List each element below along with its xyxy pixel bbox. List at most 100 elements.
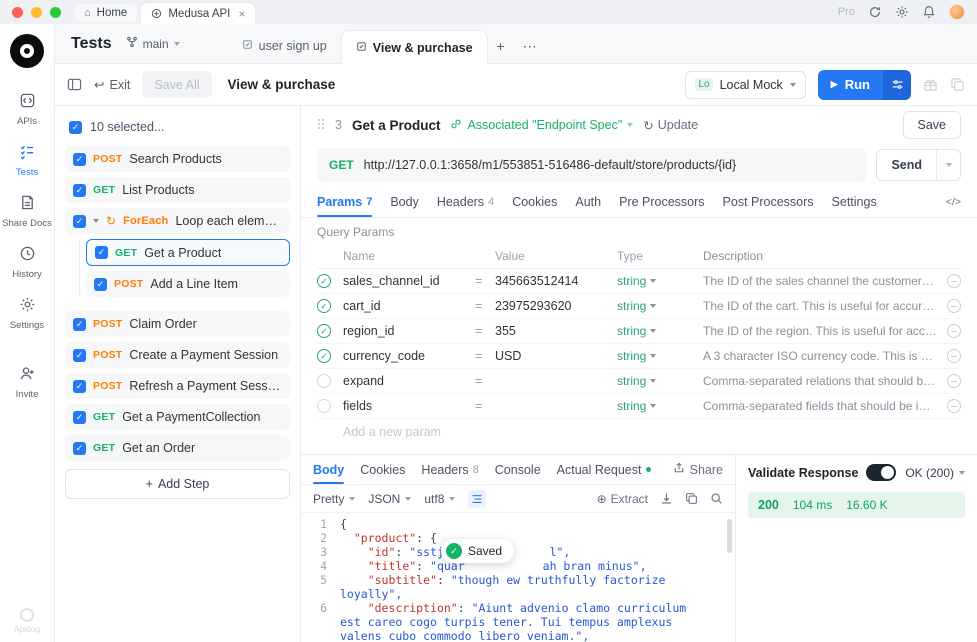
param-enabled-checkbox[interactable] xyxy=(317,399,331,413)
copy-icon[interactable] xyxy=(950,77,965,92)
param-enabled-checkbox[interactable] xyxy=(317,374,331,388)
param-value[interactable]: 355 xyxy=(495,324,617,338)
param-value[interactable]: 23975293620 xyxy=(495,299,617,313)
checkbox[interactable] xyxy=(73,349,86,362)
sidebar-item-tests[interactable]: Tests xyxy=(0,135,54,186)
tab-body[interactable]: Body xyxy=(390,186,419,217)
bell-icon[interactable] xyxy=(922,5,936,19)
param-value[interactable]: 345663512414 xyxy=(495,274,617,288)
charset-select[interactable]: utf8 xyxy=(424,492,455,506)
remove-param-icon[interactable] xyxy=(947,374,961,388)
tab-response-body[interactable]: Body xyxy=(313,455,344,484)
sidebar-item-settings[interactable]: Settings xyxy=(0,288,54,339)
tab-settings[interactable]: Settings xyxy=(832,186,877,217)
tab-overflow-button[interactable]: ⋯ xyxy=(514,29,546,63)
param-row[interactable]: fields = string Comma-separated fields t… xyxy=(317,394,961,419)
param-description[interactable]: The ID of the cart. This is useful for a… xyxy=(703,299,937,313)
select-all-checkbox[interactable] xyxy=(69,121,82,134)
checkbox[interactable] xyxy=(73,411,86,424)
test-step[interactable]: POST Add a Line Item xyxy=(86,271,290,297)
gear-icon[interactable] xyxy=(895,5,909,19)
param-name[interactable]: fields xyxy=(343,399,475,413)
exit-button[interactable]: ↩ Exit xyxy=(94,77,130,92)
checkbox[interactable] xyxy=(73,215,86,228)
validate-toggle[interactable] xyxy=(866,464,896,481)
update-button[interactable]: ↻ Update xyxy=(643,118,698,133)
tab-auth[interactable]: Auth xyxy=(575,186,601,217)
sidebar-item-share-docs[interactable]: Share Docs xyxy=(0,186,54,237)
avatar[interactable] xyxy=(949,4,965,20)
remove-param-icon[interactable] xyxy=(947,299,961,313)
run-button[interactable]: ▶ Run xyxy=(818,70,883,100)
drag-handle-icon[interactable] xyxy=(317,118,325,133)
extract-button[interactable]: ⊕ Extract xyxy=(597,492,648,506)
tab-headers[interactable]: Headers4 xyxy=(437,186,494,217)
param-name[interactable]: sales_channel_id xyxy=(343,274,475,288)
param-name[interactable]: region_id xyxy=(343,324,475,338)
test-step[interactable]: GET Get an Order xyxy=(65,435,290,461)
checkbox[interactable] xyxy=(73,380,86,393)
new-tab-button[interactable]: + xyxy=(488,29,514,63)
copy-response-icon[interactable] xyxy=(685,492,698,505)
tab-cookies[interactable]: Cookies xyxy=(512,186,557,217)
foreach-group-step[interactable]: ↻ ForEach Loop each element in {{ xyxy=(65,208,290,234)
test-step[interactable]: POST Search Products xyxy=(65,146,290,172)
url-bar[interactable]: GET http://127.0.0.1:3658/m1/553851-5164… xyxy=(317,148,866,182)
param-description[interactable]: Comma-separated fields that should be in… xyxy=(703,399,937,413)
format-code-icon[interactable] xyxy=(468,490,486,508)
test-step[interactable]: GET Get a PaymentCollection xyxy=(65,404,290,430)
param-enabled-checkbox[interactable] xyxy=(317,324,331,338)
test-step[interactable]: GET List Products xyxy=(65,177,290,203)
chevron-down-icon[interactable] xyxy=(650,329,656,333)
test-step-selected[interactable]: GET Get a Product xyxy=(86,239,290,266)
tab-home[interactable]: ⌂ Home xyxy=(74,4,137,22)
param-enabled-checkbox[interactable] xyxy=(317,274,331,288)
param-name[interactable]: cart_id xyxy=(343,299,475,313)
branch-selector[interactable]: main xyxy=(126,36,180,51)
tab-project[interactable]: Medusa API × xyxy=(141,3,255,24)
remove-param-icon[interactable] xyxy=(947,274,961,288)
tab-params[interactable]: Params7 xyxy=(317,186,372,217)
param-row[interactable]: region_id = 355 string The ID of the reg… xyxy=(317,319,961,344)
run-options-button[interactable] xyxy=(883,70,911,100)
add-param-placeholder[interactable]: Add a new param xyxy=(317,419,961,445)
selection-summary[interactable]: 10 selected... xyxy=(65,114,290,140)
checkbox[interactable] xyxy=(95,246,108,259)
param-row[interactable]: cart_id = 23975293620 string The ID of t… xyxy=(317,294,961,319)
minimize-window-button[interactable] xyxy=(31,7,42,18)
share-button[interactable]: Share xyxy=(673,462,723,477)
expected-status-select[interactable]: OK (200) xyxy=(905,466,965,480)
checkbox[interactable] xyxy=(73,153,86,166)
param-value[interactable]: USD xyxy=(495,349,617,363)
param-row[interactable]: sales_channel_id = 345663512414 string T… xyxy=(317,269,961,294)
remove-param-icon[interactable] xyxy=(947,399,961,413)
zoom-window-button[interactable] xyxy=(50,7,61,18)
tab-pre-processors[interactable]: Pre Processors xyxy=(619,186,704,217)
param-enabled-checkbox[interactable] xyxy=(317,299,331,313)
environment-select[interactable]: Lo Local Mock xyxy=(685,71,805,99)
close-tab-icon[interactable]: × xyxy=(238,7,245,21)
sync-icon[interactable] xyxy=(868,5,882,19)
param-description[interactable]: A 3 character ISO currency code. This is… xyxy=(703,349,937,363)
param-description[interactable]: The ID of the sales channel the customer… xyxy=(703,274,937,288)
format-select[interactable]: Pretty xyxy=(313,492,355,506)
save-all-button[interactable]: Save All xyxy=(142,71,211,98)
tab-view-and-purchase[interactable]: View & purchase xyxy=(341,30,488,64)
checkbox[interactable] xyxy=(73,442,86,455)
tab-actual-request[interactable]: Actual Request xyxy=(557,455,652,484)
test-step[interactable]: POST Refresh a Payment Session xyxy=(65,373,290,399)
checkbox[interactable] xyxy=(94,278,107,291)
sidebar-item-history[interactable]: History xyxy=(0,237,54,288)
chevron-down-icon[interactable] xyxy=(650,404,656,408)
param-row[interactable]: currency_code = USD string A 3 character… xyxy=(317,344,961,369)
param-description[interactable]: The ID of the region. This is useful for… xyxy=(703,324,937,338)
sidebar-item-apis[interactable]: APIs xyxy=(0,84,54,135)
param-enabled-checkbox[interactable] xyxy=(317,349,331,363)
collapse-panel-icon[interactable] xyxy=(67,77,82,92)
search-icon[interactable] xyxy=(710,492,723,505)
test-step[interactable]: POST Claim Order xyxy=(65,311,290,337)
chevron-down-icon[interactable] xyxy=(650,379,656,383)
project-logo[interactable] xyxy=(10,34,44,68)
param-name[interactable]: expand xyxy=(343,374,475,388)
chevron-down-icon[interactable] xyxy=(650,304,656,308)
